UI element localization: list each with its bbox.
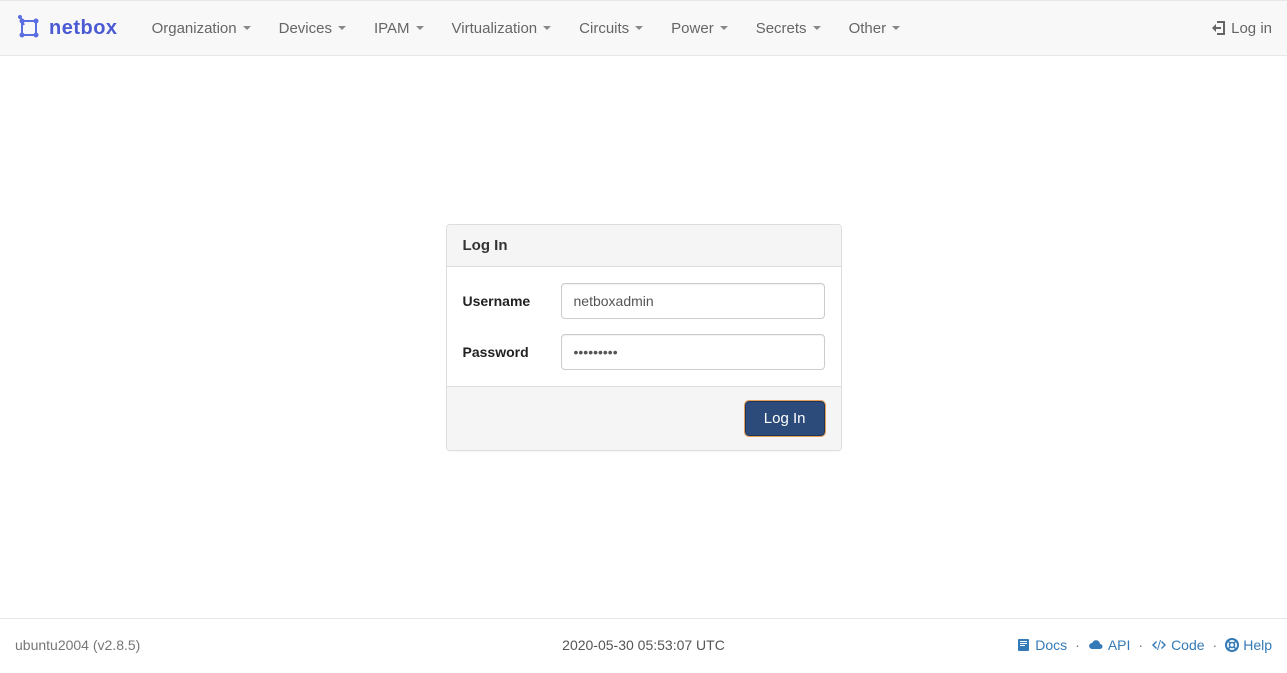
book-icon bbox=[1017, 638, 1031, 652]
navbar: netbox Organization Devices IPAM Virtual… bbox=[0, 0, 1287, 56]
code-link[interactable]: Code bbox=[1151, 637, 1204, 653]
chevron-down-icon bbox=[338, 26, 346, 30]
nav-item-power[interactable]: Power bbox=[657, 2, 742, 55]
nav-label: IPAM bbox=[374, 20, 410, 37]
login-panel: Log In Username Password Log In bbox=[446, 224, 842, 451]
nav-item-organization[interactable]: Organization bbox=[138, 2, 265, 55]
nav-label: Organization bbox=[152, 20, 237, 37]
netbox-logo-icon bbox=[15, 14, 43, 42]
sign-in-icon bbox=[1211, 20, 1227, 36]
footer-host: ubuntu2004 (v2.8.5) bbox=[15, 637, 140, 653]
password-input[interactable] bbox=[561, 334, 825, 370]
brand-text: netbox bbox=[49, 17, 118, 40]
chevron-down-icon bbox=[416, 26, 424, 30]
separator: · bbox=[1075, 637, 1080, 653]
nav-item-ipam[interactable]: IPAM bbox=[360, 2, 438, 55]
nav-label: Devices bbox=[279, 20, 332, 37]
nav-label: Virtualization bbox=[452, 20, 538, 37]
code-icon bbox=[1151, 638, 1167, 652]
login-button[interactable]: Log In bbox=[745, 401, 825, 436]
nav-label: Secrets bbox=[756, 20, 807, 37]
password-row: Password bbox=[463, 334, 825, 370]
nav-menu: Organization Devices IPAM Virtualization… bbox=[138, 2, 915, 55]
chevron-down-icon bbox=[543, 26, 551, 30]
chevron-down-icon bbox=[243, 26, 251, 30]
nav-item-secrets[interactable]: Secrets bbox=[742, 2, 835, 55]
api-link[interactable]: API bbox=[1088, 637, 1131, 653]
footer-links: Docs · API · Code · Help bbox=[1017, 637, 1272, 653]
help-link[interactable]: Help bbox=[1225, 637, 1272, 653]
link-label: API bbox=[1108, 637, 1131, 653]
main-content: Log In Username Password Log In bbox=[0, 56, 1287, 618]
nav-item-devices[interactable]: Devices bbox=[265, 2, 360, 55]
life-ring-icon bbox=[1225, 638, 1239, 652]
username-row: Username bbox=[463, 283, 825, 319]
separator: · bbox=[1138, 637, 1143, 653]
chevron-down-icon bbox=[720, 26, 728, 30]
footer-timestamp: 2020-05-30 05:53:07 UTC bbox=[562, 637, 725, 653]
link-label: Docs bbox=[1035, 637, 1067, 653]
footer: ubuntu2004 (v2.8.5) 2020-05-30 05:53:07 … bbox=[0, 618, 1287, 673]
login-link[interactable]: Log in bbox=[1211, 20, 1272, 37]
separator: · bbox=[1213, 637, 1218, 653]
nav-item-virtualization[interactable]: Virtualization bbox=[438, 2, 566, 55]
nav-item-other[interactable]: Other bbox=[835, 2, 915, 55]
brand-link[interactable]: netbox bbox=[15, 14, 118, 42]
panel-title: Log In bbox=[447, 225, 841, 267]
chevron-down-icon bbox=[813, 26, 821, 30]
chevron-down-icon bbox=[892, 26, 900, 30]
panel-footer: Log In bbox=[447, 386, 841, 450]
link-label: Help bbox=[1243, 637, 1272, 653]
panel-body: Username Password bbox=[447, 267, 841, 386]
docs-link[interactable]: Docs bbox=[1017, 637, 1067, 653]
link-label: Code bbox=[1171, 637, 1204, 653]
login-label: Log in bbox=[1231, 20, 1272, 37]
cloud-icon bbox=[1088, 638, 1104, 652]
nav-item-circuits[interactable]: Circuits bbox=[565, 2, 657, 55]
nav-label: Circuits bbox=[579, 20, 629, 37]
nav-label: Power bbox=[671, 20, 714, 37]
chevron-down-icon bbox=[635, 26, 643, 30]
password-label: Password bbox=[463, 344, 561, 360]
nav-label: Other bbox=[849, 20, 887, 37]
username-label: Username bbox=[463, 293, 561, 309]
username-input[interactable] bbox=[561, 283, 825, 319]
